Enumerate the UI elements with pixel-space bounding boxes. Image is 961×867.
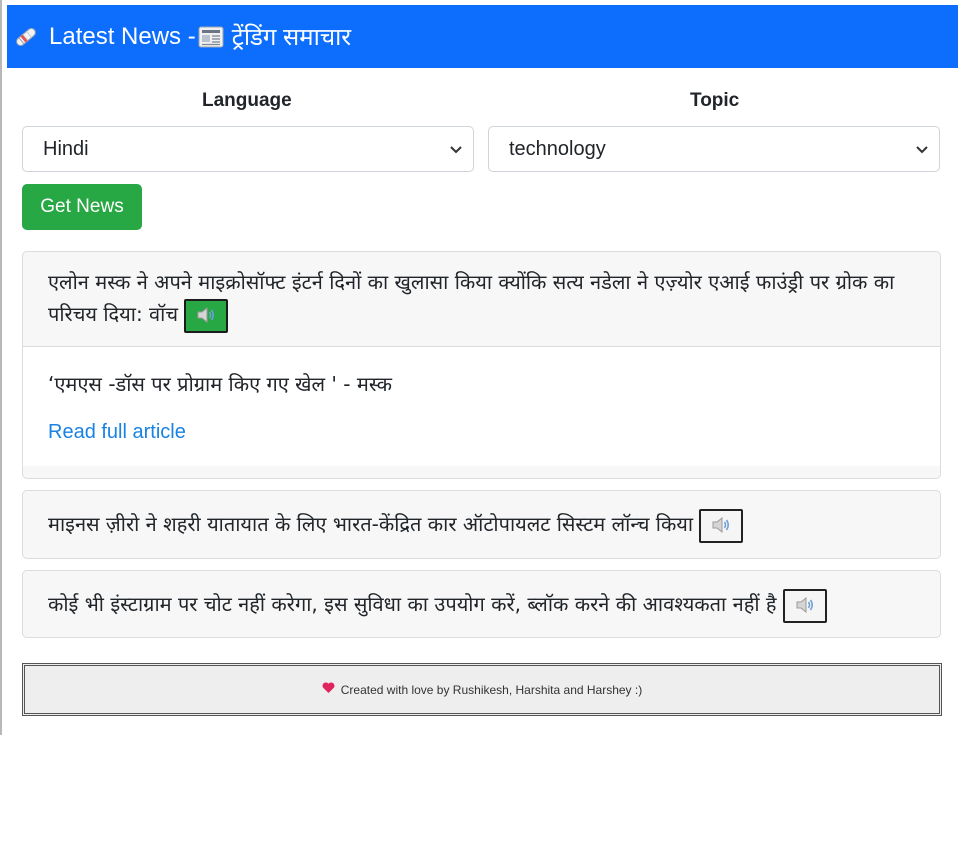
footer: Created with love by Rushikesh, Harshita… [22,663,942,716]
rolled-newspaper-icon [13,24,39,50]
article-summary: ‘एमएस -डॉस पर प्रोग्राम किए गए खेल ' - म… [48,372,392,396]
language-select[interactable]: Hindi [22,126,474,172]
language-label: Language [202,90,292,111]
article-header[interactable]: एलोन मस्क ने अपने माइक्रोसॉफ्ट इंटर्न दि… [23,252,940,346]
app-header: Latest News - ट्रेंडिंग समाचार [7,5,958,68]
speaker-icon [795,590,815,622]
topic-select-value: technology [509,137,606,160]
page-title: Latest News - [49,22,196,50]
speaker-button[interactable] [782,588,827,623]
topic-select[interactable]: technology [488,126,940,172]
page-subtitle: ट्रेंडिंग समाचार [231,24,352,51]
article-card: कोई भी इंस्टाग्राम पर चोट नहीं करेगा, इस… [22,570,941,638]
speaker-button[interactable] [699,508,744,543]
article-card: माइनस ज़ीरो ने शहरी यातायात के लिए भारत-… [22,490,941,559]
chevron-down-icon [449,138,463,161]
speaker-icon [711,510,731,542]
speaker-button[interactable] [184,298,229,333]
newspaper-icon [198,25,224,49]
language-select-value: Hindi [43,137,89,160]
article-body: ‘एमएस -डॉस पर प्रोग्राम किए गए खेल ' - म… [23,346,940,466]
article-header[interactable]: माइनस ज़ीरो ने शहरी यातायात के लिए भारत-… [23,491,940,557]
speaker-icon [196,300,216,332]
footer-text: Created with love by Rushikesh, Harshita… [340,682,643,697]
article-title: कोई भी इंस्टाग्राम पर चोट नहीं करेगा, इस… [48,592,777,616]
get-news-button[interactable]: Get News [22,184,142,230]
heart-icon [322,682,335,697]
read-full-article-link[interactable]: Read full article [48,421,915,444]
window-edge [0,0,2,735]
article-title: एलोन मस्क ने अपने माइक्रोसॉफ्ट इंटर्न दि… [48,270,895,326]
article-header[interactable]: कोई भी इंस्टाग्राम पर चोट नहीं करेगा, इस… [23,571,940,637]
topic-label: Topic [690,90,740,111]
chevron-down-icon [915,138,929,161]
article-card: एलोन मस्क ने अपने माइक्रोसॉफ्ट इंटर्न दि… [22,251,941,479]
article-title: माइनस ज़ीरो ने शहरी यातायात के लिए भारत-… [48,512,694,536]
